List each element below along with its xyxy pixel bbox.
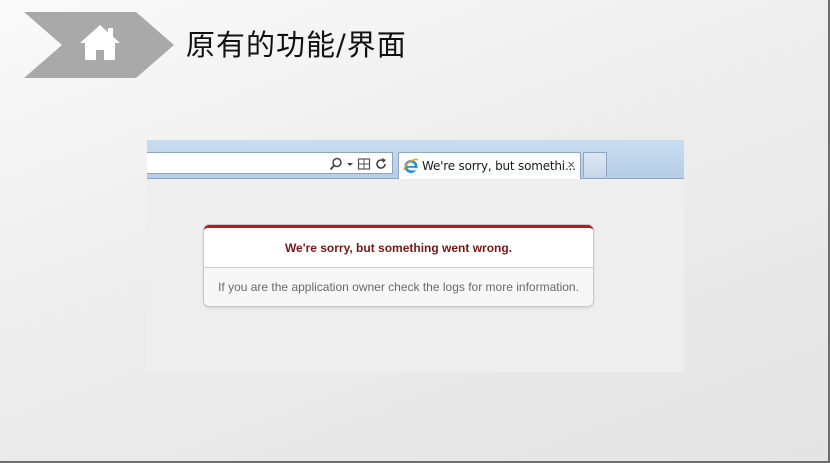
home-badge[interactable] [24, 12, 174, 78]
home-icon [24, 12, 174, 78]
browser-tab-bar: We're sorry, but somethi... × [147, 140, 684, 179]
refresh-icon[interactable] [374, 157, 388, 171]
address-bar[interactable] [147, 152, 393, 174]
address-tools [329, 156, 388, 172]
tab-title: We're sorry, but somethi... [422, 159, 576, 173]
browser-tab[interactable]: We're sorry, but somethi... × [398, 152, 581, 179]
new-tab-button[interactable] [583, 152, 607, 177]
error-panel: We're sorry, but something went wrong. I… [204, 225, 593, 306]
ie-logo-icon [403, 158, 419, 173]
error-message: If you are the application owner check t… [218, 280, 579, 294]
dropdown-caret-icon[interactable] [346, 157, 354, 171]
compatibility-view-icon[interactable] [357, 157, 371, 171]
search-icon[interactable] [329, 157, 343, 171]
slide-title: 原有的功能/界面 [186, 28, 407, 62]
tab-close-icon[interactable]: × [567, 157, 575, 172]
browser-screenshot: We're sorry, but somethi... × We're sorr… [147, 140, 684, 372]
error-heading: We're sorry, but something went wrong. [204, 228, 593, 268]
